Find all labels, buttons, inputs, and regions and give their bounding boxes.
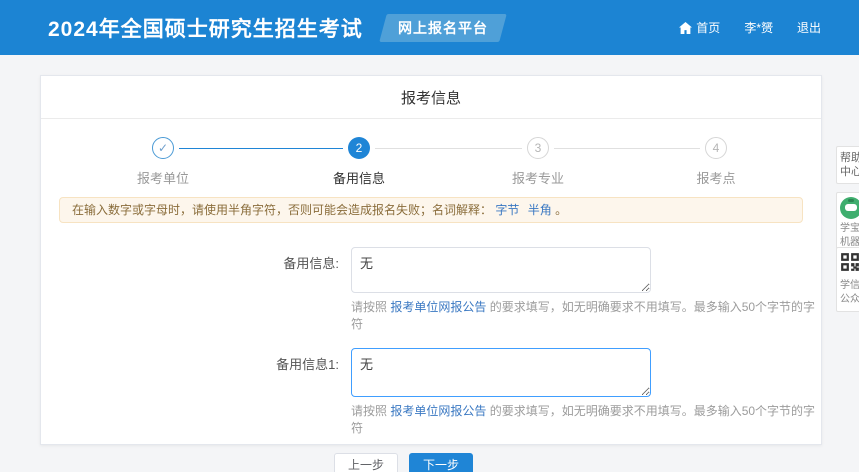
help-center-line2: 中心 <box>840 165 859 179</box>
reserve-info-hint: 请按照 报考单位网报公告 的要求填写，如无明确要求不用填写。最多输入50个字节的… <box>351 298 821 332</box>
step-number: 2 <box>348 137 370 159</box>
help-center-line1: 帮助 <box>840 151 859 165</box>
step-done-check-icon: ✓ <box>152 137 174 159</box>
platform-badge-label: 网上报名平台 <box>398 18 488 38</box>
step-report-unit: ✓ 报考单位 <box>118 137 208 187</box>
reserve-info-1-textarea[interactable]: 无 <box>351 348 651 397</box>
qr-code-icon <box>840 252 859 277</box>
stepper: ✓ 报考单位 2 备用信息 3 报考专业 4 报考点 <box>41 137 821 197</box>
step-label: 报考点 <box>671 168 761 187</box>
step-label: 报考单位 <box>118 168 208 187</box>
notice-text: 在输入数字或字母时，请使用半角字符，否则可能会造成报名失败；名词解释： <box>72 203 492 217</box>
help-center-widget[interactable]: 帮助 中心 <box>836 146 859 184</box>
next-step-button[interactable]: 下一步 <box>409 453 473 472</box>
step-reserve-info: 2 备用信息 <box>314 137 404 187</box>
link-halfwidth-explain[interactable]: 半角 <box>528 203 552 217</box>
card-title: 报考信息 <box>41 76 821 119</box>
prev-step-button[interactable]: 上一步 <box>334 453 398 472</box>
nav-home[interactable]: 首页 <box>679 19 720 36</box>
link-unit-announcement[interactable]: 报考单位网报公告 <box>390 404 486 418</box>
top-nav: 首页 李*赟 退出 <box>679 19 821 36</box>
xuebao-robot-widget[interactable]: 学宝 机器人 <box>836 192 859 255</box>
qrcode-line1: 学信网 <box>840 279 859 293</box>
green-robot-avatar-icon <box>840 197 859 219</box>
step-number: 4 <box>705 137 727 159</box>
hint-prefix: 请按照 <box>351 300 390 314</box>
link-unit-announcement[interactable]: 报考单位网报公告 <box>390 300 486 314</box>
platform-badge: 网上报名平台 <box>379 14 507 42</box>
halfwidth-warning-notice: 在输入数字或字母时，请使用半角字符，否则可能会造成报名失败；名词解释： 字节 半… <box>59 197 803 223</box>
form-row-reserve-info-1: 备用信息1: 无 <box>41 348 821 397</box>
nav-username[interactable]: 李*赟 <box>744 19 773 36</box>
site-title: 2024年全国硕士研究生招生考试 <box>48 13 363 43</box>
step-label: 备用信息 <box>314 168 404 187</box>
qrcode-line2: 公众号 <box>840 293 859 307</box>
chsi-qrcode-widget[interactable]: 学信网 公众号 <box>836 247 859 312</box>
step-buttons: 上一步 下一步 <box>334 453 821 472</box>
step-report-major: 3 报考专业 <box>493 137 583 187</box>
reserve-info-label: 备用信息: <box>41 247 351 293</box>
link-byte-explain[interactable]: 字节 <box>495 203 519 217</box>
application-info-card: 报考信息 ✓ 报考单位 2 备用信息 3 报考专业 4 报考点 <box>40 75 822 445</box>
reserve-info-textarea[interactable]: 无 <box>351 247 651 293</box>
top-header: 2024年全国硕士研究生招生考试 网上报名平台 首页 李*赟 退出 <box>0 0 859 55</box>
step-label: 报考专业 <box>493 168 583 187</box>
reserve-info-1-hint: 请按照 报考单位网报公告 的要求填写，如无明确要求不用填写。最多输入50个字节的… <box>351 402 821 436</box>
robot-line1: 学宝 <box>840 222 859 236</box>
step-report-site: 4 报考点 <box>671 137 761 187</box>
hint-prefix: 请按照 <box>351 404 390 418</box>
home-icon <box>679 22 692 34</box>
nav-home-label: 首页 <box>696 19 720 36</box>
reserve-info-1-label: 备用信息1: <box>41 348 351 397</box>
form-row-reserve-info: 备用信息: 无 <box>41 247 821 293</box>
page: 2024年全国硕士研究生招生考试 网上报名平台 首页 李*赟 退出 报考信息 ✓ <box>0 0 859 472</box>
step-number: 3 <box>527 137 549 159</box>
nav-logout[interactable]: 退出 <box>797 19 821 36</box>
notice-suffix: 。 <box>555 203 567 217</box>
